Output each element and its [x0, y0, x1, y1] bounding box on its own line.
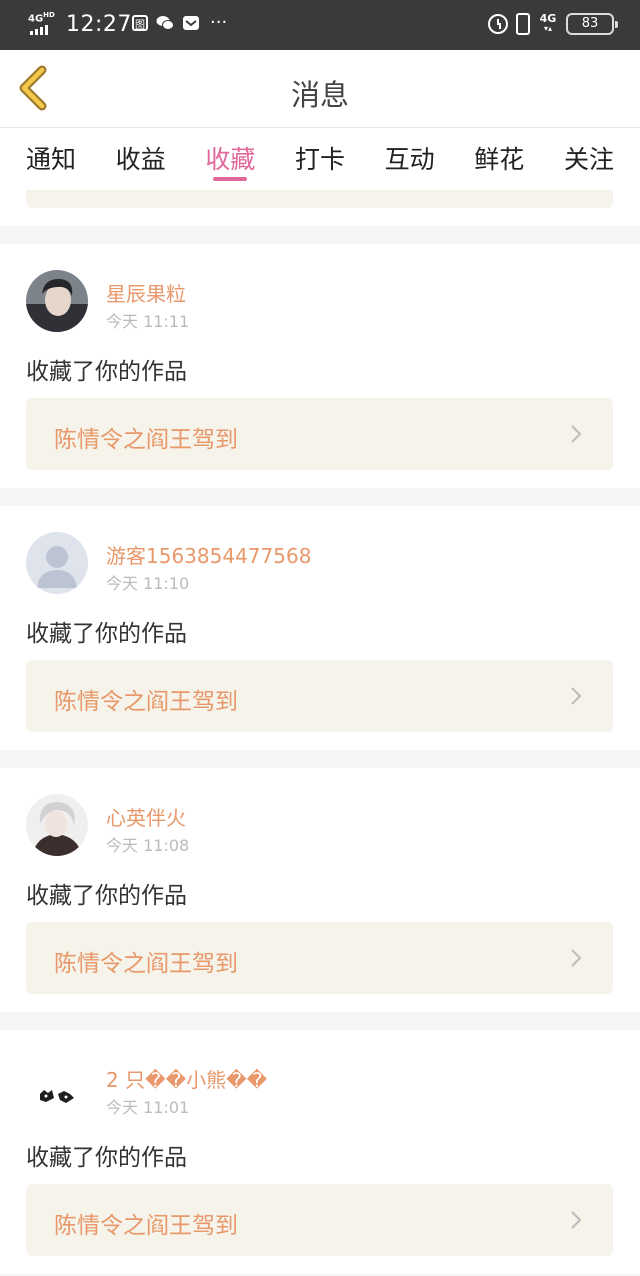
- work-title: 陈情令之阎王驾到: [54, 951, 238, 977]
- network-type: 4G: [28, 13, 44, 25]
- avatar[interactable]: [26, 1056, 88, 1118]
- username[interactable]: 游客1563854477568: [106, 540, 311, 569]
- list-item: 2 只��小熊�� 今天 11:01 收藏了你的作品 陈情令之阎王驾到: [0, 1030, 640, 1274]
- work-link[interactable]: 陈情令之阎王驾到: [26, 660, 613, 732]
- action-text: 收藏了你的作品: [26, 1145, 187, 1171]
- network-hd: HD: [43, 11, 55, 19]
- work-link-partial[interactable]: [26, 190, 613, 208]
- alarm-icon: [488, 14, 508, 34]
- timestamp: 今天 11:10: [106, 574, 190, 593]
- chevron-right-icon: [571, 1211, 582, 1229]
- battery-level: 83: [581, 16, 599, 31]
- tab-following[interactable]: 关注: [564, 128, 614, 190]
- chevron-right-icon: [571, 687, 582, 705]
- tab-bar: 通知 收益 收藏 打卡 互动 鲜花 关注: [0, 128, 640, 190]
- status-bar: 4GHD 12:27 图 ··· 4G ▾▴ 83: [0, 0, 640, 50]
- partial-message-card: [0, 190, 640, 226]
- chevron-right-icon: [571, 949, 582, 967]
- notification-app-icon: 图: [132, 15, 148, 31]
- page-title: 消息: [290, 78, 349, 112]
- action-text: 收藏了你的作品: [26, 359, 187, 385]
- work-link[interactable]: 陈情令之阎王驾到: [26, 1184, 613, 1256]
- battery-icon: 83: [566, 13, 618, 35]
- mail-icon: [182, 14, 200, 32]
- work-link[interactable]: 陈情令之阎王驾到: [26, 398, 613, 470]
- tab-notifications[interactable]: 通知: [26, 128, 76, 190]
- tab-interactions[interactable]: 互动: [385, 128, 435, 190]
- tab-checkin[interactable]: 打卡: [295, 128, 345, 190]
- list-item: 心英伴火 今天 11:08 收藏了你的作品 陈情令之阎王驾到: [0, 768, 640, 1012]
- timestamp: 今天 11:11: [106, 312, 190, 331]
- work-title: 陈情令之阎王驾到: [54, 1213, 238, 1239]
- list-item: 星辰果粒 今天 11:11 收藏了你的作品 陈情令之阎王驾到: [0, 244, 640, 488]
- signal-bars-icon: [30, 25, 48, 35]
- status-time: 12:27: [66, 12, 132, 37]
- username[interactable]: 2 只��小熊��: [106, 1064, 267, 1093]
- avatar[interactable]: [26, 794, 88, 856]
- work-title: 陈情令之阎王驾到: [54, 689, 238, 715]
- username[interactable]: 心英伴火: [106, 802, 186, 831]
- avatar[interactable]: [26, 270, 88, 332]
- mobile-data-icon: 4G ▾▴: [539, 12, 557, 33]
- work-link[interactable]: 陈情令之阎王驾到: [26, 922, 613, 994]
- username[interactable]: 星辰果粒: [106, 278, 186, 307]
- message-list[interactable]: 星辰果粒 今天 11:11 收藏了你的作品 陈情令之阎王驾到 游客1563854…: [0, 190, 640, 1276]
- timestamp: 今天 11:01: [106, 1098, 190, 1117]
- wechat-icon: [156, 14, 174, 32]
- vibrate-icon: [516, 13, 530, 35]
- top-app-bar: 消息: [0, 50, 640, 128]
- timestamp: 今天 11:08: [106, 836, 190, 855]
- network-indicator: 4GHD: [28, 11, 60, 37]
- avatar[interactable]: [26, 532, 88, 594]
- tab-earnings[interactable]: 收益: [116, 128, 166, 190]
- tab-flowers[interactable]: 鲜花: [474, 128, 524, 190]
- action-text: 收藏了你的作品: [26, 621, 187, 647]
- action-text: 收藏了你的作品: [26, 883, 187, 909]
- chevron-right-icon: [571, 425, 582, 443]
- list-item: 游客1563854477568 今天 11:10 收藏了你的作品 陈情令之阎王驾…: [0, 506, 640, 750]
- more-notifications-icon: ···: [210, 12, 228, 33]
- work-title: 陈情令之阎王驾到: [54, 427, 238, 453]
- tab-favorites[interactable]: 收藏: [205, 128, 255, 190]
